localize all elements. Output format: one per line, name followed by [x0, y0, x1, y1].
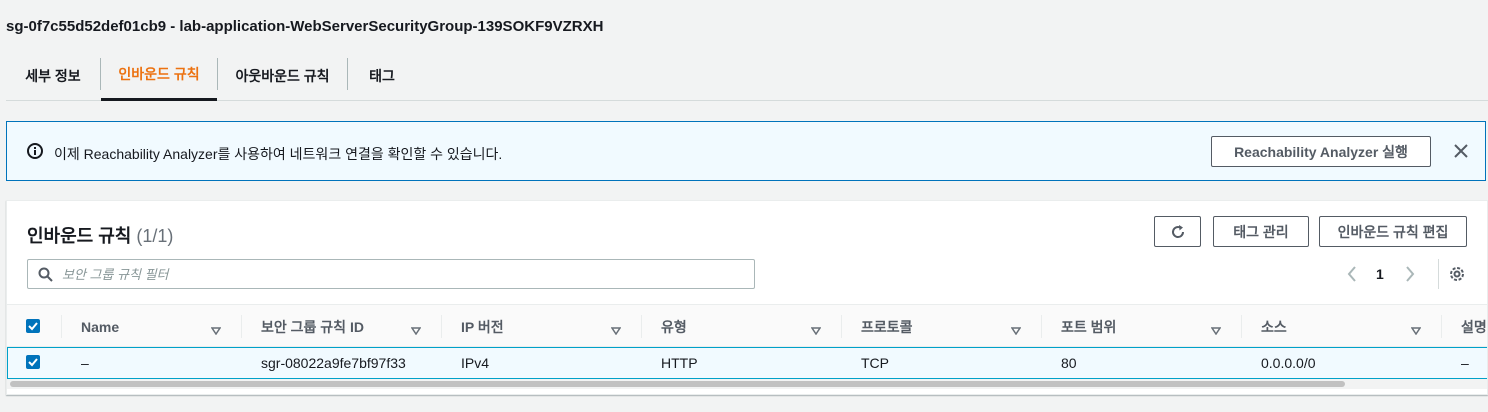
- search-input[interactable]: [62, 262, 742, 286]
- tab-outbound-rules[interactable]: 아웃바운드 규칙: [218, 50, 347, 101]
- sort-down-icon[interactable]: [410, 322, 422, 336]
- info-alert: 이제 Reachability Analyzer를 사용하여 네트워크 연결을 …: [6, 121, 1486, 181]
- sort-down-icon[interactable]: [1010, 322, 1022, 336]
- search-box: [27, 259, 755, 289]
- sort-down-icon[interactable]: [1210, 322, 1222, 336]
- run-reachability-analyzer-button[interactable]: Reachability Analyzer 실행: [1211, 136, 1431, 167]
- cell-rule-id: sgr-08022a9fe7bf97f33: [261, 355, 406, 371]
- column-header-rule-id[interactable]: 보안 그룹 규칙 ID: [261, 305, 364, 348]
- refresh-button[interactable]: [1154, 216, 1201, 247]
- horizontal-scrollbar[interactable]: [7, 379, 1487, 389]
- column-divider: [1241, 315, 1242, 338]
- close-icon[interactable]: [1451, 141, 1471, 161]
- select-all-checkbox[interactable]: [26, 319, 40, 333]
- page-title: sg-0f7c55d52def01cb9 - lab-application-W…: [6, 18, 604, 35]
- sort-down-icon[interactable]: [210, 322, 222, 336]
- cell-port-range: 80: [1061, 355, 1077, 371]
- column-header-port-range[interactable]: 포트 범위: [1061, 305, 1116, 348]
- row-checkbox[interactable]: [26, 355, 40, 369]
- edit-inbound-rules-button[interactable]: 인바운드 규칙 편집: [1319, 216, 1467, 247]
- tab-bar: 세부 정보 인바운드 규칙 아웃바운드 규칙 태그: [6, 50, 1488, 101]
- tab-inbound-rules[interactable]: 인바운드 규칙: [101, 50, 217, 101]
- column-header-name[interactable]: Name: [81, 305, 119, 348]
- column-divider: [841, 315, 842, 338]
- chevron-right-icon[interactable]: [1404, 265, 1416, 283]
- manage-tags-button[interactable]: 태그 관리: [1213, 216, 1309, 247]
- table-header: Name 보안 그룹 규칙 ID IP 버전 유형 프로토콜 포트 범위 소스 …: [7, 304, 1487, 348]
- sort-down-icon[interactable]: [810, 322, 822, 336]
- tab-details[interactable]: 세부 정보: [6, 50, 100, 101]
- column-header-ip-version[interactable]: IP 버전: [461, 305, 504, 348]
- scrollbar-thumb[interactable]: [10, 381, 1345, 387]
- panel-title-text: 인바운드 규칙: [27, 226, 132, 246]
- inbound-rules-panel: 인바운드 규칙 (1/1) 태그 관리 인바운드 규칙 편집 1: [6, 200, 1488, 395]
- alert-message: 이제 Reachability Analyzer를 사용하여 네트워크 연결을 …: [54, 146, 503, 162]
- column-header-source[interactable]: 소스: [1261, 305, 1287, 348]
- info-icon: [27, 143, 43, 159]
- cell-description: –: [1461, 355, 1469, 371]
- column-divider: [241, 315, 242, 338]
- column-divider: [1041, 315, 1042, 338]
- cell-protocol: TCP: [861, 355, 889, 371]
- rule-count: (1/1): [136, 226, 174, 246]
- search-icon: [38, 267, 53, 282]
- cell-source: 0.0.0.0/0: [1261, 355, 1316, 371]
- sort-down-icon[interactable]: [1410, 322, 1422, 336]
- chevron-left-icon[interactable]: [1346, 265, 1358, 283]
- tab-tags[interactable]: 태그: [348, 50, 416, 101]
- panel-title: 인바운드 규칙 (1/1): [27, 222, 173, 248]
- cell-ip-version: IPv4: [461, 355, 490, 371]
- column-header-description[interactable]: 설명: [1461, 305, 1487, 348]
- cell-type: HTTP: [661, 355, 698, 371]
- column-divider: [441, 315, 442, 338]
- cell-name: –: [81, 355, 89, 371]
- page-number[interactable]: 1: [1376, 266, 1384, 282]
- column-header-protocol[interactable]: 프로토콜: [861, 305, 913, 348]
- column-header-type[interactable]: 유형: [661, 305, 687, 348]
- refresh-icon: [1169, 223, 1187, 241]
- column-divider: [61, 315, 62, 338]
- sort-down-icon[interactable]: [610, 322, 622, 336]
- column-divider: [1441, 315, 1442, 338]
- gear-icon[interactable]: [1447, 264, 1467, 284]
- table-row[interactable]: – sgr-08022a9fe7bf97f33 IPv4 HTTP TCP 80…: [7, 347, 1487, 379]
- column-divider: [641, 315, 642, 338]
- pager-divider: [1438, 259, 1439, 289]
